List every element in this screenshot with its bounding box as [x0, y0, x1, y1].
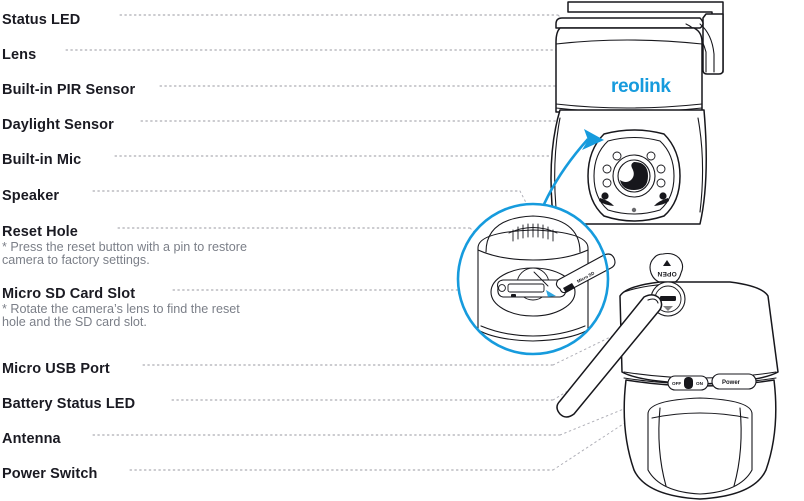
- callout-title: Micro USB Port: [2, 361, 110, 377]
- micro-usb-port-cover: Power: [711, 373, 757, 390]
- callout-title: Lens: [2, 47, 37, 63]
- callout-antenna: Antenna: [2, 431, 61, 447]
- diagram-canvas: reolink Micro SD OPEN OFF ON Power Statu…: [0, 0, 804, 501]
- callout-pir-sensor: Built-in PIR Sensor: [2, 82, 135, 98]
- callout-speaker: Speaker: [2, 188, 59, 204]
- callout-reset-hole: Reset Hole * Press the reset button with …: [2, 224, 247, 267]
- callout-title: Battery Status LED: [2, 396, 136, 412]
- callout-title: Daylight Sensor: [2, 117, 114, 133]
- callout-lens: Lens: [2, 47, 36, 63]
- callout-micro-usb-port: Micro USB Port: [2, 361, 110, 377]
- callout-title: Built-in Mic: [2, 152, 82, 168]
- camera-upper-housing: [555, 27, 703, 113]
- power-switch: OFF ON: [667, 375, 709, 391]
- callout-note: * Rotate the camera’s lens to find the r…: [2, 302, 240, 330]
- callout-title: Status LED: [2, 12, 81, 28]
- switch-off-label: OFF: [672, 381, 681, 386]
- open-label: OPEN: [657, 270, 677, 277]
- status-led-dot: [659, 192, 667, 200]
- callout-title: Speaker: [2, 188, 60, 204]
- callout-note: * Press the reset button with a pin to r…: [2, 240, 248, 268]
- lens-module: [587, 129, 681, 222]
- callout-daylight-sensor: Daylight Sensor: [2, 117, 114, 133]
- callout-power-switch: Power Switch: [2, 466, 97, 482]
- callout-title: Reset Hole: [2, 224, 78, 240]
- usb-port-label: Power: [722, 380, 741, 386]
- callout-label-layer: Status LED Lens Built-in PIR Sensor Dayligh…: [0, 0, 460, 501]
- callout-status-led: Status LED: [2, 12, 80, 28]
- pir-sensor-dot: [601, 192, 609, 200]
- callout-title: Power Switch: [2, 466, 98, 482]
- callout-micro-sd-card-slot: Micro SD Card Slot * Rotate the camera’s …: [2, 286, 240, 329]
- callout-title: Antenna: [2, 431, 61, 447]
- reolink-logo-text: reolink: [611, 76, 671, 97]
- callout-built-in-mic: Built-in Mic: [2, 152, 81, 168]
- callout-title: Micro SD Card Slot: [2, 286, 136, 302]
- switch-on-label: ON: [696, 381, 704, 386]
- callout-battery-status-led: Battery Status LED: [2, 396, 135, 412]
- detail-circle-callout: Micro SD: [456, 202, 616, 356]
- daylight-sensor-dot: [631, 207, 637, 213]
- main-camera-illustration: reolink: [550, 1, 724, 225]
- callout-title: Built-in PIR Sensor: [2, 82, 136, 98]
